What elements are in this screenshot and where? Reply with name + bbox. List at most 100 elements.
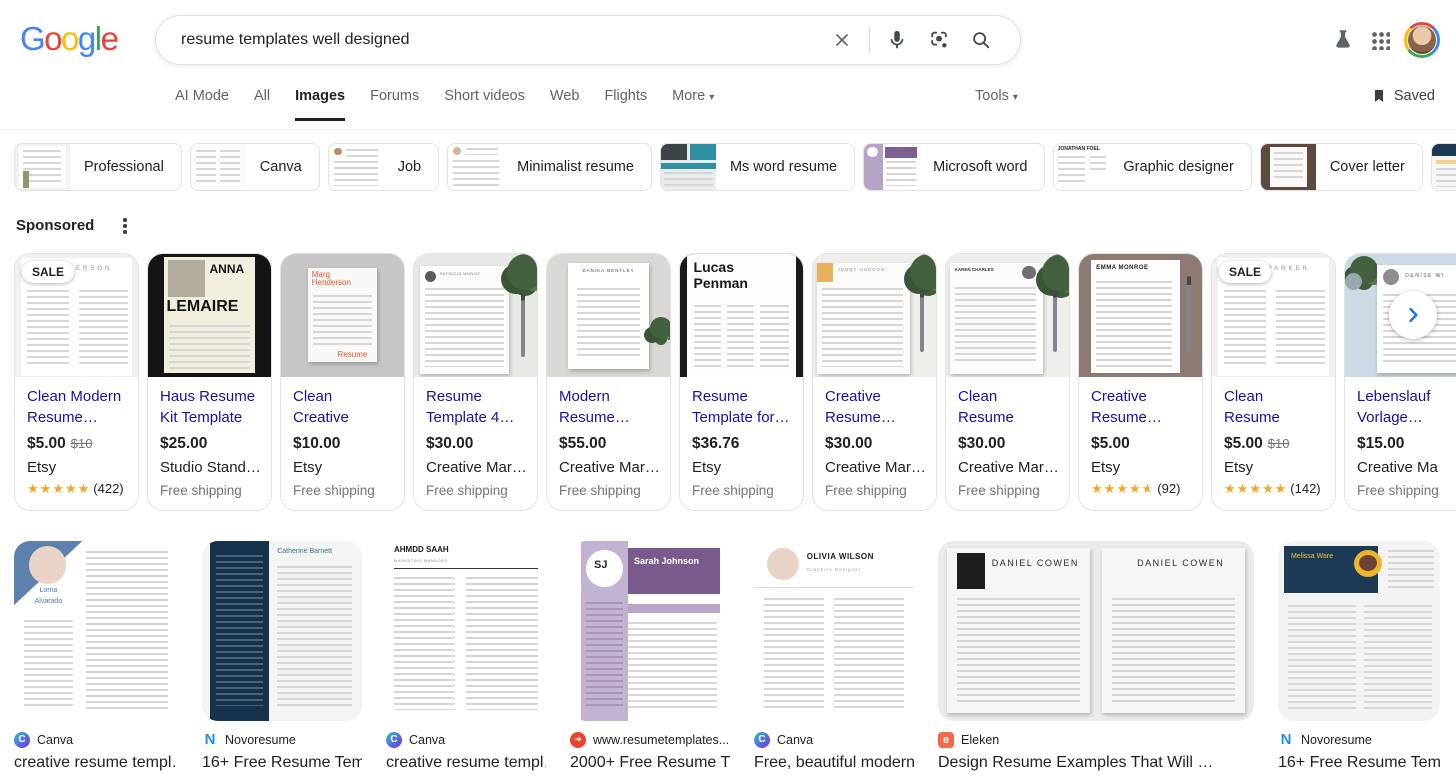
saved-button[interactable]: Saved	[1371, 88, 1435, 104]
sponsored-menu-icon[interactable]	[121, 216, 129, 236]
carousel-next-button[interactable]	[1389, 290, 1437, 339]
product-card[interactable]: Lucas Penman Resume Template for… $36.76 Ets…	[679, 252, 804, 511]
chip-thumbnail	[1431, 144, 1456, 190]
image-result[interactable]: Sarah Johnson SJ ➜ www.resumetemplates.... 2…	[570, 540, 730, 772]
account-avatar[interactable]	[1404, 22, 1440, 58]
product-title-link[interactable]: Creative Resume…	[825, 386, 924, 428]
image-result[interactable]: DANIEL COWEN DANIEL COWEN e Eleken Design Re…	[938, 540, 1254, 772]
tab-short-videos[interactable]: Short videos	[444, 88, 525, 121]
thumb-art-text: Graphics Designer	[806, 566, 862, 572]
tab-label: AI Mode	[175, 88, 229, 104]
result-source[interactable]: C Canva	[754, 731, 914, 748]
product-thumbnail: PATRICIA MUNOZ	[414, 253, 537, 377]
thumb-art-lines	[1224, 290, 1267, 367]
related-chip-c[interactable]: C	[1430, 143, 1456, 191]
microphone-icon[interactable]	[885, 28, 909, 52]
result-title-link[interactable]: 2000+ Free Resume T…	[570, 754, 730, 772]
thumb-art-text: OLIVIA WILSON	[806, 552, 874, 562]
thumb-art-rect	[167, 259, 205, 297]
tab-web[interactable]: Web	[550, 88, 580, 121]
product-title-link[interactable]: Resume Template for…	[692, 386, 791, 428]
google-apps-icon[interactable]	[1370, 30, 1390, 50]
tab-flights[interactable]: Flights	[604, 88, 647, 121]
result-thumbnail[interactable]: DANIEL COWEN DANIEL COWEN	[938, 540, 1254, 721]
thumb-art-text: DANIEL COWEN	[991, 557, 1079, 568]
rating-count: (92)	[1157, 480, 1181, 496]
image-result[interactable]: Melissa Ware N Novoresume 16+ Free Resume T…	[1278, 540, 1440, 772]
result-source[interactable]: ➜ www.resumetemplates....	[570, 731, 730, 748]
thumb-art-rect	[689, 144, 716, 160]
google-lens-icon[interactable]	[927, 28, 951, 52]
result-source[interactable]: N Novoresume	[1278, 732, 1440, 748]
product-title-link[interactable]: Clean Resume Template 4…	[958, 386, 1057, 428]
result-title-link[interactable]: 16+ Free Resume Tem…	[202, 754, 362, 772]
product-title-link[interactable]: Resume Template 4…	[426, 386, 525, 428]
tab-images[interactable]: Images	[295, 88, 346, 121]
result-thumbnail[interactable]: Catherine Barnett	[202, 540, 362, 721]
tab-label: Forums	[370, 88, 420, 104]
product-title-link[interactable]: Creative Resume…	[1091, 386, 1190, 428]
product-thumbnail: ANDERSON SALE	[15, 253, 138, 377]
tab-all[interactable]: All	[254, 88, 270, 121]
sale-badge: SALE	[1219, 260, 1272, 283]
related-chip-minimalist-resume[interactable]: Minimalist resume	[447, 143, 652, 191]
product-title-link[interactable]: Clean Modern Resume…	[27, 386, 126, 428]
chip-label: Microsoft word	[933, 159, 1028, 175]
product-title-link[interactable]: Clean Resume Template for…	[1224, 386, 1323, 428]
result-title-link[interactable]: Design Resume Examples That Will …	[938, 754, 1254, 772]
result-title-link[interactable]: 16+ Free Resume Tem…	[1278, 754, 1440, 772]
product-card[interactable]: PATRICIA MUNOZ Resume Template 4… $30.00 Cr…	[413, 252, 538, 511]
tab-forums[interactable]: Forums	[370, 88, 419, 121]
result-title-link[interactable]: creative resume templ…	[14, 754, 178, 772]
product-card[interactable]: DANIKA BENTLEY Modern Resume… $55.00 Creati…	[546, 252, 671, 511]
thumb-art-lines	[627, 621, 718, 708]
result-source[interactable]: C Canva	[14, 731, 178, 748]
related-chip-job[interactable]: Job	[327, 143, 440, 191]
result-thumbnail[interactable]: OLIVIA WILSON Graphics Designer	[754, 540, 914, 721]
related-chip-cover-letter[interactable]: Cover letter	[1259, 143, 1423, 191]
result-source[interactable]: C Canva	[386, 731, 546, 748]
product-card[interactable]: MargHendersonResumeClean Creative Resume…	[280, 252, 405, 511]
product-card[interactable]: EMMA MONROE Creative Resume… $5.00 Etsy ★★★★…	[1078, 252, 1203, 511]
product-card[interactable]: KAREN CHARLES Clean Resume Template 4… $30…	[945, 252, 1070, 511]
product-title-link[interactable]: Modern Resume…	[559, 386, 658, 428]
site-favicon: e	[938, 731, 954, 748]
tab-more[interactable]: More ▾	[672, 88, 714, 121]
product-title-link[interactable]: Lebenslauf Vorlage…	[1357, 386, 1456, 428]
related-chip-graphic-designer[interactable]: JONATHAN FOEL Graphic designer	[1053, 143, 1252, 191]
result-source[interactable]: e Eleken	[938, 731, 1254, 748]
result-thumbnail[interactable]: Melissa Ware	[1278, 540, 1440, 721]
product-card[interactable]: JENNY HUDSON Creative Resume… $30.00 Creati…	[812, 252, 937, 511]
result-thumbnail[interactable]: Sarah Johnson SJ	[570, 540, 730, 721]
search-input[interactable]: resume templates well designed	[156, 31, 821, 49]
related-chip-ms-word-resume[interactable]: Ms word resume	[659, 143, 856, 191]
image-result[interactable]: AHMDD SAAH MARKETING MANAGER C Canva creativ…	[386, 540, 546, 772]
thumb-art-lines	[1388, 549, 1434, 590]
product-title-link[interactable]: Haus Resume Kit Template …	[160, 386, 259, 428]
tab-ai-mode[interactable]: AI Mode	[175, 88, 229, 121]
related-chip-canva[interactable]: Canva	[189, 143, 320, 191]
product-card[interactable]: ANNA LEMAIRE Haus Resume Kit Template … $25…	[147, 252, 272, 511]
product-card[interactable]: A PARKERSALE Clean Resume Template for… $5…	[1211, 252, 1336, 511]
result-thumbnail[interactable]: AHMDD SAAH MARKETING MANAGER	[386, 540, 546, 721]
product-card[interactable]: DENISE WI Lebenslauf Vorlage… $15.00 Creati…	[1344, 252, 1456, 511]
related-chip-professional[interactable]: Professional	[14, 143, 182, 191]
result-thumbnail[interactable]: Lorna Alvarado	[14, 540, 178, 721]
image-result[interactable]: OLIVIA WILSON Graphics Designer C Canva Free…	[754, 540, 914, 772]
image-result[interactable]: Catherine Barnett N Novoresume 16+ Free Res…	[202, 540, 362, 772]
chevron-right-icon	[1409, 307, 1418, 322]
google-logo[interactable]: Google	[20, 20, 119, 58]
clear-search-icon[interactable]	[830, 28, 854, 52]
image-result[interactable]: Lorna Alvarado C Canva creative resume templ…	[14, 540, 178, 772]
search-labs-icon[interactable]	[1330, 27, 1356, 53]
result-source[interactable]: N Novoresume	[202, 732, 362, 748]
product-seller: Creative Mar…	[825, 458, 924, 476]
result-title-link[interactable]: Free, beautiful modern…	[754, 754, 914, 772]
product-card[interactable]: ANDERSON SALE Clean Modern Resume… $5.00 $10…	[14, 252, 139, 511]
result-title-link[interactable]: creative resume templ…	[386, 754, 546, 772]
search-box[interactable]: resume templates well designed	[155, 15, 1021, 65]
product-title-link[interactable]: Clean Creative Resume…	[293, 386, 392, 428]
search-submit-icon[interactable]	[969, 28, 993, 52]
related-chip-microsoft-word[interactable]: Microsoft word	[863, 143, 1046, 191]
tools-button[interactable]: Tools ▾	[975, 88, 1018, 104]
